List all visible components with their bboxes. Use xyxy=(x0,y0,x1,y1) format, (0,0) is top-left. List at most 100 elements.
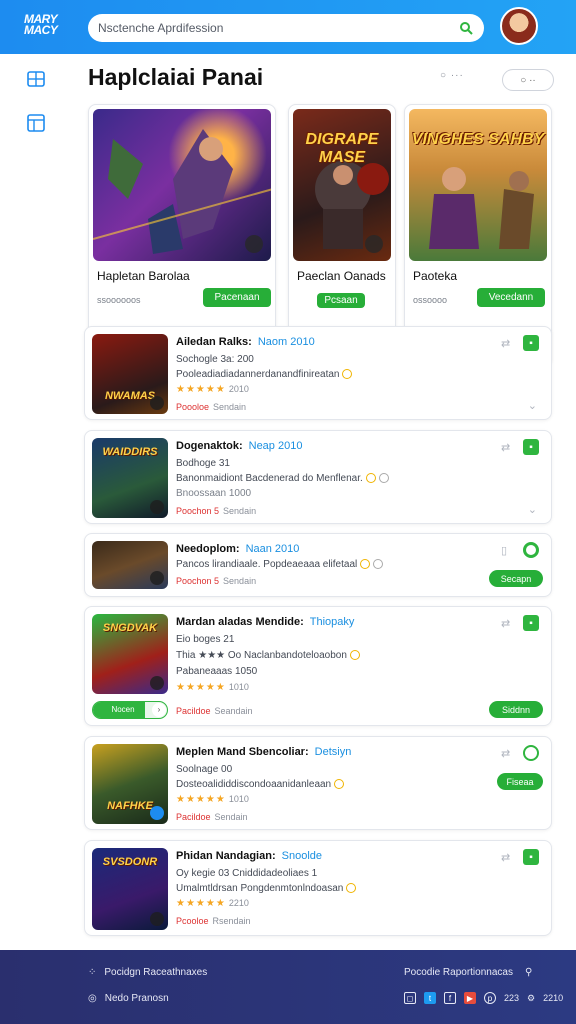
game-art-title: DIGRAPE MASE xyxy=(305,131,379,166)
share-icon[interactable]: ⇄ xyxy=(501,747,513,760)
install-button[interactable]: Siddnn xyxy=(489,701,543,718)
grid-icon[interactable] xyxy=(27,70,45,88)
coin-icon xyxy=(346,883,357,894)
search-input[interactable]: Nsctenche Aprdifession xyxy=(88,14,484,42)
main-panel: Haplclaiai Panai ○ ··· ○ ·· Hapletan Bar… xyxy=(72,54,576,950)
pinterest-icon[interactable]: p xyxy=(484,992,496,1004)
more-icon[interactable]: ○ ··· xyxy=(440,70,464,81)
rating-stars: ★★★★★ 1010 xyxy=(176,682,249,693)
rating-stars: ★★★★★ 2010 xyxy=(176,384,249,395)
price: Pacildoe Seandain xyxy=(176,706,253,716)
list-item[interactable]: SNGDVAK Mardan aladas Mendide: Thiopaky E… xyxy=(84,606,552,726)
footer-link[interactable]: ⁘ Pocidgn Raceathnaxes xyxy=(88,967,207,978)
youtube-icon[interactable]: ▶ xyxy=(464,992,476,1004)
chevron-down-icon[interactable]: ⌄ xyxy=(528,503,537,516)
social-count: 223 xyxy=(504,993,520,1003)
featured-button[interactable]: Vecedann xyxy=(477,288,545,307)
featured-title: Paoteka xyxy=(413,269,458,283)
row-tag: Detsiyn xyxy=(314,746,352,758)
title-tools[interactable]: ○ ··· xyxy=(440,70,464,81)
facebook-icon[interactable]: f xyxy=(444,992,456,1004)
featured-button[interactable]: Pacenaan xyxy=(203,288,271,307)
chevron-down-icon[interactable]: ⌄ xyxy=(528,399,537,412)
row-description: Thia ★★★ Oo Naclanbandoteloaobon xyxy=(176,650,360,661)
controller-icon xyxy=(150,396,164,410)
featured-meta: ssoooooos xyxy=(97,295,141,305)
controller-icon xyxy=(150,571,164,585)
search-icon[interactable]: ⚲ xyxy=(525,967,532,978)
row-description: Pooleadiadiadannerdanandfinireatan xyxy=(176,369,353,380)
install-button[interactable]: Secapn xyxy=(489,570,543,587)
controller-icon xyxy=(365,235,383,253)
share-icon[interactable]: ⇄ xyxy=(501,337,513,350)
row-tag: Snoolde xyxy=(281,850,322,862)
rating-count: 1010 xyxy=(228,682,249,692)
install-button[interactable]: Fiseaa xyxy=(497,773,543,790)
row-title: Ailedan Ralks: Naom 2010 xyxy=(176,336,315,348)
footer-link[interactable]: ◎ Nedo Pranosn xyxy=(88,993,169,1004)
chat-icon[interactable] xyxy=(523,745,539,761)
coin-icon xyxy=(349,650,360,661)
rating-count: 2010 xyxy=(228,384,249,394)
list-item[interactable]: NWAMAS Ailedan Ralks: Naom 2010 Sochogle … xyxy=(84,326,552,420)
row-line: Bodhoge 31 xyxy=(176,458,230,469)
list-item[interactable]: Needoplom: Naan 2010 Pancos lirandiaale. … xyxy=(84,533,552,597)
toggle-knob[interactable]: › xyxy=(152,703,166,717)
game-thumbnail: NAFHKE xyxy=(92,744,168,824)
list-item[interactable]: WAIDDIRS Dogenaktok: Neap 2010 Bodhoge 31… xyxy=(84,430,552,524)
refresh-icon[interactable] xyxy=(523,542,539,558)
bookmark-icon[interactable]: ▯ xyxy=(501,544,513,557)
row-tag: Naom 2010 xyxy=(257,336,315,348)
rating-stars: ★★★★★ 1010 xyxy=(176,794,249,805)
progress-label: Nocen xyxy=(111,705,135,714)
featured-title: Paeclan Oanads xyxy=(297,269,386,283)
price: Pcooloe Rsendain xyxy=(176,916,251,926)
price: Poooloe Sendain xyxy=(176,402,247,412)
featured-button[interactable]: Pcsaan xyxy=(317,293,365,308)
progress-toggle[interactable]: Nocen › xyxy=(92,701,168,719)
share-icon[interactable]: ⇄ xyxy=(501,851,513,864)
share-icon[interactable]: ⇄ xyxy=(501,441,513,454)
row-line: Bnoossaan 1000 xyxy=(176,488,252,499)
game-thumbnail: SNGDVAK xyxy=(92,614,168,694)
footer-link[interactable]: Pocodie Raportionnacas ⚲ xyxy=(404,967,532,978)
check-icon[interactable]: ▪ xyxy=(523,439,539,455)
people-icon: ⁘ xyxy=(88,967,97,978)
app-logo[interactable]: MARY MACY xyxy=(24,13,64,40)
table-icon[interactable] xyxy=(27,114,45,132)
coin-icon xyxy=(334,779,345,790)
controller-icon xyxy=(245,235,263,253)
rating-count: 1010 xyxy=(228,794,249,804)
list-item[interactable]: SVSDONR Phidan Nandagian: Snoolde Oy kegi… xyxy=(84,840,552,936)
gear-icon[interactable]: ⚙ xyxy=(527,993,535,1004)
price: Poochon 5 Sendain xyxy=(176,576,257,586)
share-icon[interactable]: ⇄ xyxy=(501,617,513,630)
thumbnail-title: SVSDONR xyxy=(102,856,158,868)
price: Poochon 5 Sendain xyxy=(176,506,257,516)
check-icon[interactable]: ▪ xyxy=(523,335,539,351)
list-item[interactable]: NAFHKE Meplen Mand Sbencoliar: Detsiyn So… xyxy=(84,736,552,830)
check-icon[interactable]: ▪ xyxy=(523,849,539,865)
twitter-icon[interactable]: t xyxy=(424,992,436,1004)
search-icon[interactable] xyxy=(458,20,474,36)
row-title: Phidan Nandagian: Snoolde xyxy=(176,850,322,862)
coin-icon xyxy=(373,559,384,570)
avatar[interactable] xyxy=(500,7,538,45)
game-art-title: VINGHES SAHBY xyxy=(411,131,545,148)
social-links: ◻ t f ▶ p 223 ⚙ 2210 xyxy=(404,992,563,1004)
sidebar xyxy=(0,54,72,950)
rating-count: 2210 xyxy=(228,898,249,908)
row-line: Sochogle 3a: 200 xyxy=(176,354,254,365)
check-icon[interactable]: ▪ xyxy=(523,615,539,631)
game-thumbnail: NWAMAS xyxy=(92,334,168,414)
controller-icon xyxy=(150,500,164,514)
row-description: Umalmtldrsan Pongdenmtonlndoasan xyxy=(176,883,357,894)
game-thumbnail: SVSDONR xyxy=(92,848,168,930)
thumbnail-title: WAIDDIRS xyxy=(102,446,158,458)
instagram-icon[interactable]: ◻ xyxy=(404,992,416,1004)
price: Pacildoe Sendain xyxy=(176,812,248,822)
game-art: VINGHES SAHBY xyxy=(409,109,547,261)
view-toggle[interactable]: ○ ·· xyxy=(502,69,554,91)
at-icon: ◎ xyxy=(88,993,97,1004)
row-tag: Neap 2010 xyxy=(248,440,303,452)
